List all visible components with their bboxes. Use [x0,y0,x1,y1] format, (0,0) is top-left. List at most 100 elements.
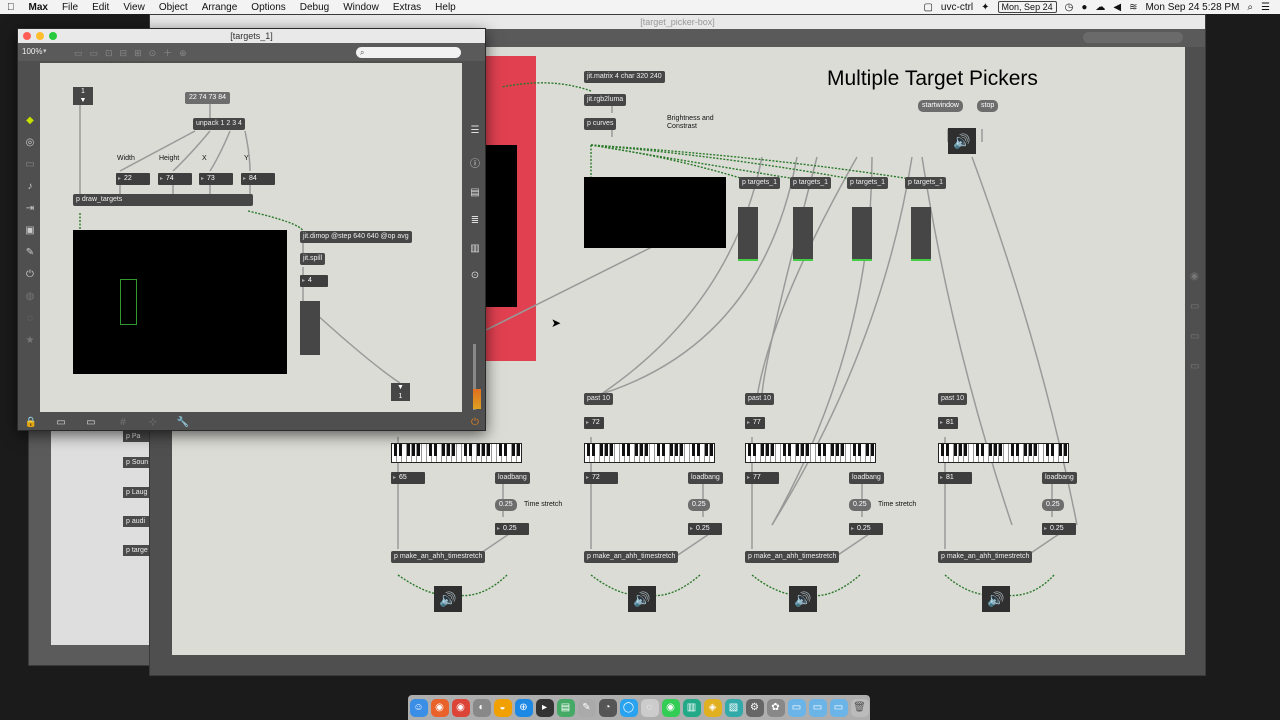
finder-icon[interactable]: ☺ [409,698,428,717]
p-targets-object[interactable]: p targets_1 [905,177,947,189]
menu-arrange[interactable]: Arrange [195,2,245,13]
app-icon[interactable]: ◒ [493,698,512,717]
menu-options[interactable]: Options [244,2,292,13]
jit-matrix-object[interactable]: jit.matrix 4 char 320 240 [584,71,665,83]
grid-icon[interactable]: # [116,417,130,429]
zoom-level[interactable]: 100% [22,47,42,56]
link-icon[interactable]: ✎ [24,247,36,259]
folder-icon[interactable]: ▭ [808,698,827,717]
stretch-message[interactable]: 0.25 [688,499,710,511]
piano-keyboard[interactable] [391,443,522,463]
folder-icon[interactable]: ▭ [787,698,806,717]
piano-keyboard[interactable] [584,443,715,463]
trash-icon[interactable]: 🗑 [850,698,869,717]
page-icon[interactable]: ▥ [468,243,482,255]
stretch-number[interactable]: 0.25 [849,523,883,535]
level-slider[interactable] [793,207,813,261]
zoom-window-button[interactable] [49,32,57,40]
make-ahh-object[interactable]: p make_an_ahh_timestretch [584,551,679,563]
music-icon[interactable]: ♪ [24,181,36,193]
loadbang-object[interactable]: loadbang [849,472,884,484]
pitch-number[interactable]: 77 [745,417,765,429]
folder-icon[interactable]: ▭ [829,698,848,717]
apple-menu-icon[interactable]:  [0,2,22,13]
new-object-icon[interactable]: ◆ [24,115,36,127]
window-icon[interactable]: ▢ [923,2,932,13]
pitch-number[interactable]: 81 [938,417,958,429]
level-slider[interactable] [852,207,872,261]
stretch-message[interactable]: 0.25 [849,499,871,511]
p-targets-object[interactable]: p targets_1 [739,177,781,189]
jit-dimop-object[interactable]: jit.dimop @step 640 640 @op avg [300,231,412,243]
presentation-icon[interactable]: ▭ [54,417,68,429]
y-number[interactable]: 84 [241,173,275,185]
p-curves-object[interactable]: p curves [584,118,617,130]
note-number[interactable]: 77 [745,472,779,484]
notes-icon[interactable]: ✎ [577,698,596,717]
globe-icon[interactable]: ◍ [24,291,36,303]
draw-targets-object[interactable]: p draw_targets [73,194,253,206]
loadbang-object[interactable]: loadbang [1042,472,1077,484]
note-number[interactable]: 65 [391,472,425,484]
spotify-icon[interactable]: ◉ [661,698,680,717]
speaker-icon[interactable]: 🔊 [628,586,656,612]
midi-icon[interactable]: ⇥ [24,203,36,215]
app-icon[interactable]: ◌ [640,698,659,717]
unpack-object[interactable]: unpack 1 2 3 4 [193,118,245,130]
app-icon[interactable]: ◔ [598,698,617,717]
piano-keyboard[interactable] [938,443,1069,463]
main-sidebar-icon[interactable]: ▭ [1190,301,1199,312]
note-number[interactable]: 81 [938,472,972,484]
past-object[interactable]: past 10 [584,393,613,405]
speaker-icon[interactable]: 🔊 [434,586,462,612]
close-window-button[interactable] [23,32,31,40]
stop-message[interactable]: stop [977,100,999,112]
jit-rgb2luma-object[interactable]: jit.rgb2luma [584,94,627,106]
make-ahh-object[interactable]: p make_an_ahh_timestretch [938,551,1033,563]
menu-edit[interactable]: Edit [85,2,116,13]
star-icon[interactable]: ★ [24,335,36,347]
level-slider[interactable] [738,207,758,261]
toggle-button[interactable]: 1 ▼ [73,87,93,105]
main-sidebar-icon[interactable]: ▭ [1190,361,1199,372]
main-sidebar-icon[interactable]: ▭ [1190,331,1199,342]
stretch-message[interactable]: 0.25 [495,499,517,511]
date-box[interactable]: Mon, Sep 24 [997,1,1057,13]
speaker-icon[interactable]: 🔊 [982,586,1010,612]
stretch-number[interactable]: 0.25 [495,523,529,535]
target-icon[interactable]: ◎ [24,137,36,149]
stretch-number[interactable]: 0.25 [688,523,722,535]
menu-file[interactable]: File [55,2,85,13]
note-number[interactable]: 72 [584,472,618,484]
info-icon[interactable]: ⓘ [468,159,482,171]
menu-view[interactable]: View [116,2,152,13]
list-icon[interactable]: ≣ [468,215,482,227]
level-slider[interactable] [911,207,931,261]
pitch-number[interactable]: 72 [584,417,604,429]
menu-debug[interactable]: Debug [293,2,336,13]
spill-number[interactable]: 4 [300,275,328,287]
width-number[interactable]: 22 [116,173,150,185]
loadbang-object[interactable]: loadbang [495,472,530,484]
snap-icon[interactable]: ⊹ [146,417,160,429]
dimensions-message[interactable]: 22 74 73 84 [185,92,230,104]
camera-icon[interactable]: ⊙ [468,270,482,282]
volume-icon[interactable]: ◀ [1113,2,1121,13]
stretch-number[interactable]: 0.25 [1042,523,1076,535]
app-icon[interactable]: ◐ [472,698,491,717]
search-input[interactable]: ⌕ [356,47,461,58]
image-icon[interactable]: ▣ [24,225,36,237]
app-icon[interactable]: ✿ [766,698,785,717]
speaker-icon[interactable]: 🔊 [789,586,817,612]
time-machine-icon[interactable]: ◷ [1065,2,1074,13]
plug-icon[interactable]: ⏻ [24,269,36,281]
dropbox-icon[interactable]: ✦ [981,2,989,13]
past-object[interactable]: past 10 [745,393,774,405]
minimize-window-button[interactable] [36,32,44,40]
app-icon[interactable]: ▥ [682,698,701,717]
terminal-icon[interactable]: ▸ [535,698,554,717]
safari-icon[interactable]: ⊕ [514,698,533,717]
value-slider[interactable] [300,301,320,355]
make-ahh-object[interactable]: p make_an_ahh_timestretch [391,551,486,563]
menu-object[interactable]: Object [152,2,195,13]
